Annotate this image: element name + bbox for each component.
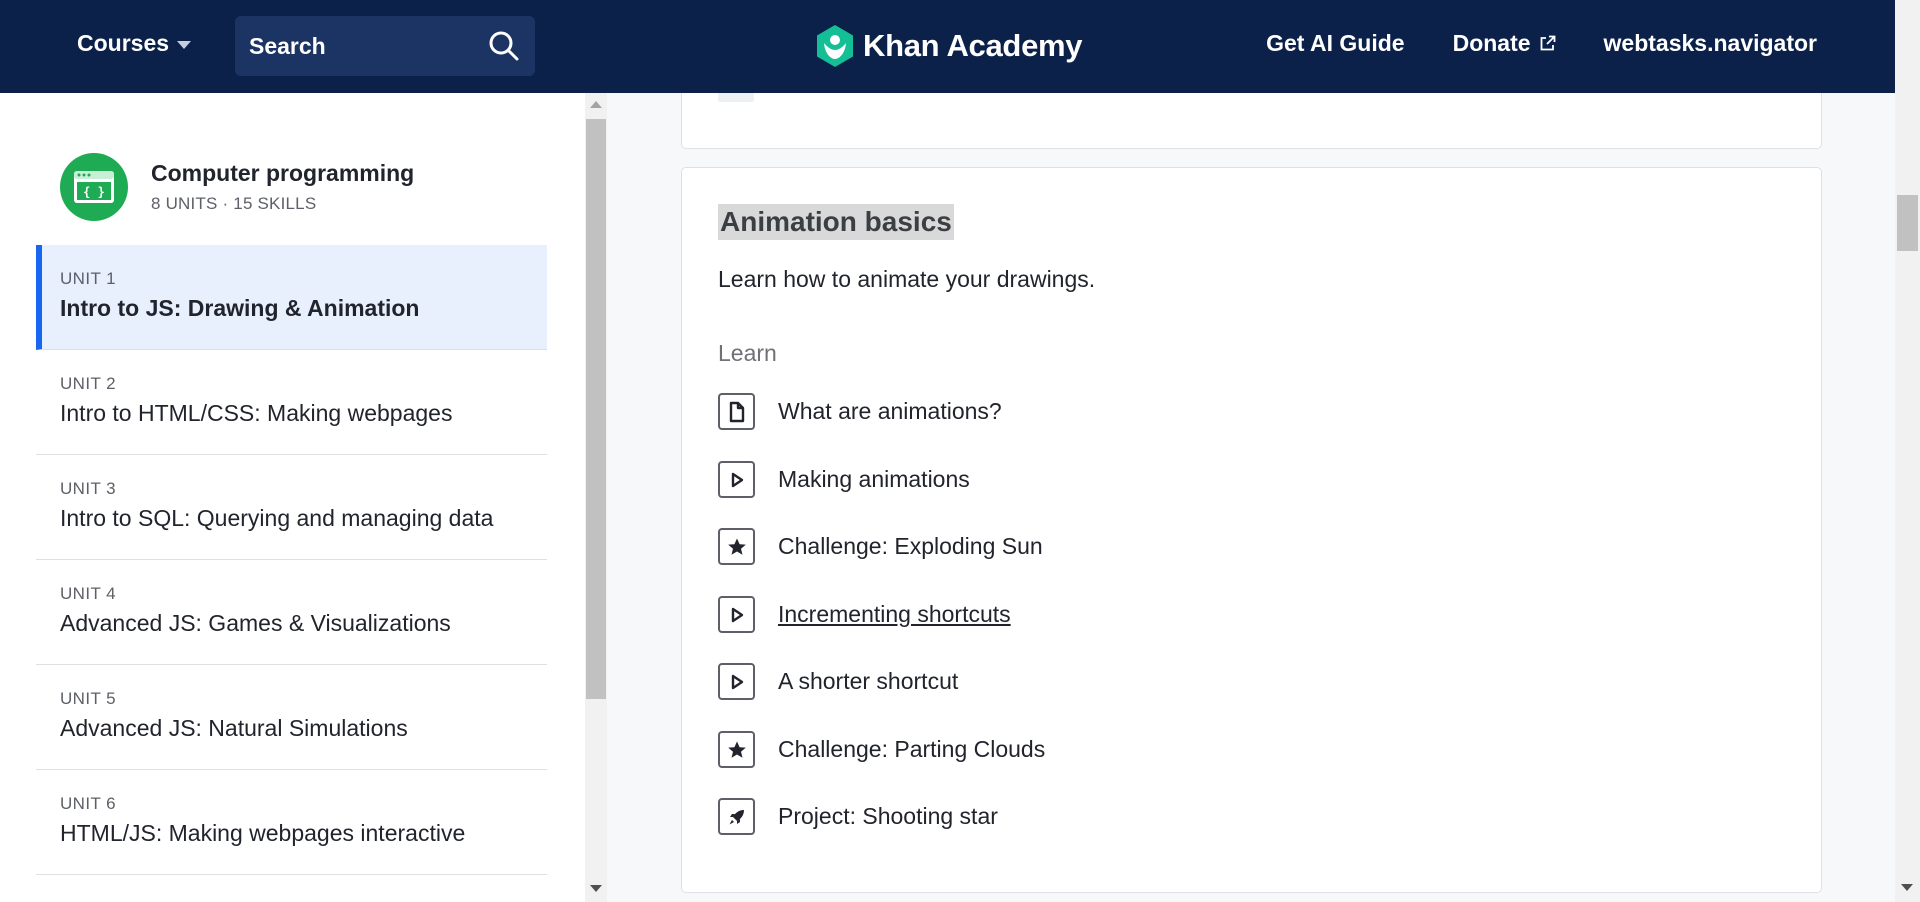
chevron-down-icon bbox=[177, 41, 192, 49]
logo-text: Khan Academy bbox=[863, 28, 1083, 63]
sidebar-unit-5[interactable]: UNIT 5 Advanced JS: Natural Simulations bbox=[36, 665, 547, 770]
search-placeholder: Search bbox=[249, 32, 326, 59]
lesson-item-making-animations[interactable]: Making animations bbox=[718, 461, 970, 498]
svg-text:{ }: { } bbox=[83, 185, 105, 199]
unit-title: Intro to SQL: Querying and managing data bbox=[60, 505, 494, 531]
unit-title: Advanced JS: Natural Simulations bbox=[60, 715, 408, 741]
lesson-item-challenge-parting-clouds[interactable]: Challenge: Parting Clouds bbox=[718, 731, 1045, 768]
top-nav-bar: Courses Search Khan Academy Get AI Guide… bbox=[0, 0, 1895, 93]
lesson-description: Learn how to animate your drawings. bbox=[718, 266, 1096, 292]
sidebar-scrollbar-thumb[interactable] bbox=[586, 119, 606, 699]
rocket-icon bbox=[718, 798, 755, 835]
lesson-title[interactable]: Animation basics bbox=[718, 204, 954, 240]
previous-item-icon bbox=[718, 93, 754, 102]
play-icon bbox=[718, 461, 755, 498]
unit-number: UNIT 3 bbox=[60, 479, 116, 498]
course-title: Computer programming bbox=[151, 160, 415, 186]
khan-academy-logo[interactable]: Khan Academy bbox=[815, 24, 1083, 68]
lesson-item-challenge-exploding-sun[interactable]: Challenge: Exploding Sun bbox=[718, 528, 1043, 565]
lesson-item-label: Incrementing shortcuts bbox=[778, 601, 1011, 627]
lesson-item-label: Project: Shooting star bbox=[778, 803, 998, 829]
unit-title: Intro to HTML/CSS: Making webpages bbox=[60, 400, 453, 426]
sidebar-unit-2[interactable]: UNIT 2 Intro to HTML/CSS: Making webpage… bbox=[36, 350, 547, 455]
article-icon bbox=[718, 393, 755, 430]
sidebar-unit-4[interactable]: UNIT 4 Advanced JS: Games & Visualizatio… bbox=[36, 560, 547, 665]
lesson-item-label: What are animations? bbox=[778, 398, 1002, 424]
scroll-up-arrow-icon[interactable] bbox=[590, 101, 602, 108]
lesson-item-label: Challenge: Parting Clouds bbox=[778, 736, 1046, 762]
lesson-item-project-shooting-star[interactable]: Project: Shooting star bbox=[718, 798, 998, 835]
lesson-card: Animation basics Learn how to animate yo… bbox=[681, 167, 1822, 893]
get-ai-guide-link[interactable]: Get AI Guide bbox=[1266, 30, 1404, 57]
course-meta: 8 UNITS · 15 SKILLS bbox=[151, 194, 317, 213]
unit-number: UNIT 5 bbox=[60, 689, 116, 708]
user-account-menu[interactable]: webtasks.navigator bbox=[1604, 30, 1817, 57]
course-sidebar: { } Computer programming 8 UNITS · 15 SK… bbox=[0, 93, 585, 902]
donate-label: Donate bbox=[1452, 30, 1531, 56]
unit-title: HTML/JS: Making webpages interactive bbox=[60, 820, 466, 846]
external-link-icon bbox=[1540, 35, 1555, 51]
scroll-down-arrow-icon[interactable] bbox=[1901, 884, 1913, 891]
sidebar-unit-1[interactable]: UNIT 1 Intro to JS: Drawing & Animation bbox=[36, 245, 547, 350]
sidebar-unit-3[interactable]: UNIT 3 Intro to SQL: Querying and managi… bbox=[36, 455, 547, 560]
course-header[interactable]: { } Computer programming 8 UNITS · 15 SK… bbox=[60, 153, 414, 221]
sidebar-unit-6[interactable]: UNIT 6 HTML/JS: Making webpages interact… bbox=[36, 770, 547, 875]
play-icon bbox=[718, 663, 755, 700]
page-scrollbar[interactable] bbox=[1895, 0, 1920, 902]
unit-number: UNIT 2 bbox=[60, 374, 116, 393]
unit-number: UNIT 1 bbox=[60, 269, 116, 288]
star-icon bbox=[718, 528, 755, 565]
code-window-icon: { } bbox=[60, 153, 128, 221]
lesson-item-what-are-animations[interactable]: What are animations? bbox=[718, 393, 1002, 430]
lesson-item-a-shorter-shortcut[interactable]: A shorter shortcut bbox=[718, 663, 958, 700]
section-label: Learn bbox=[718, 340, 777, 366]
courses-label: Courses bbox=[77, 30, 170, 56]
lesson-item-label: Making animations bbox=[778, 466, 970, 492]
khan-academy-leaf-icon bbox=[817, 25, 853, 67]
unit-title: Advanced JS: Games & Visualizations bbox=[60, 610, 451, 636]
main-content: Animation basics Learn how to animate yo… bbox=[607, 93, 1895, 902]
scroll-down-arrow-icon[interactable] bbox=[590, 885, 602, 892]
previous-lesson-card bbox=[681, 93, 1822, 149]
lesson-item-incrementing-shortcuts[interactable]: Incrementing shortcuts bbox=[718, 596, 1011, 633]
search-input[interactable]: Search bbox=[235, 16, 535, 76]
donate-link[interactable]: Donate bbox=[1453, 30, 1556, 57]
play-icon bbox=[718, 596, 755, 633]
page-scrollbar-thumb[interactable] bbox=[1897, 195, 1918, 251]
unit-title: Intro to JS: Drawing & Animation bbox=[60, 295, 420, 321]
search-icon[interactable] bbox=[487, 29, 521, 63]
courses-menu-button[interactable]: Courses bbox=[77, 30, 192, 57]
star-icon bbox=[718, 731, 755, 768]
lesson-item-label: Challenge: Exploding Sun bbox=[778, 533, 1043, 559]
unit-number: UNIT 6 bbox=[60, 794, 116, 813]
unit-number: UNIT 4 bbox=[60, 584, 116, 603]
lesson-item-label: A shorter shortcut bbox=[778, 668, 959, 694]
